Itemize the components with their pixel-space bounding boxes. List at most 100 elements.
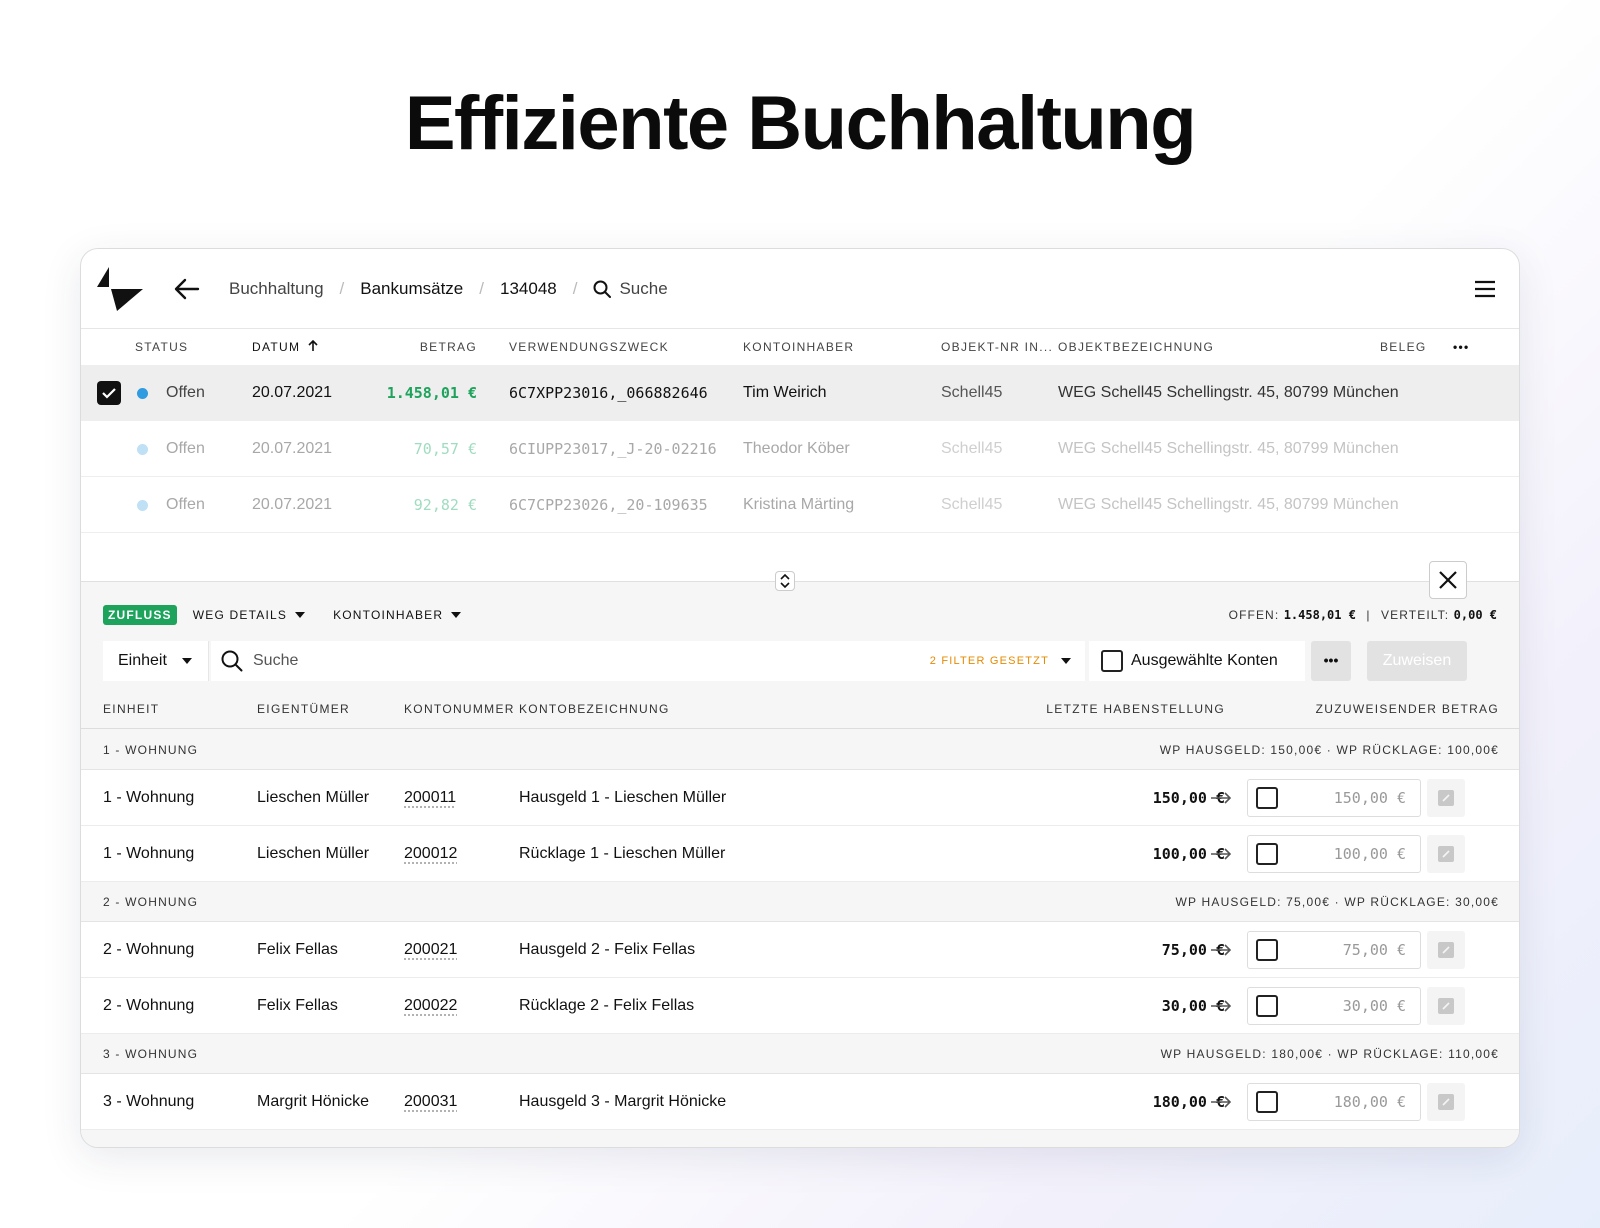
- kontoinhaber-dropdown[interactable]: KONTOINHABER: [333, 608, 462, 622]
- col-zuzuweisender-betrag[interactable]: ZUZUWEISENDER BETRAG: [1316, 689, 1499, 729]
- assign-checkbox[interactable]: [1256, 995, 1278, 1017]
- note-button[interactable]: [1427, 835, 1465, 873]
- transaction-row[interactable]: Offen 20.07.2021 92,82 € 6C7CPP23026,_20…: [81, 477, 1519, 533]
- object-nr-cell: Schell45: [941, 496, 1003, 513]
- panel-resize-handle[interactable]: [775, 571, 795, 591]
- col-kontoinhaber[interactable]: KONTOINHABER: [743, 329, 854, 365]
- col-kontobezeichnung[interactable]: KONTOBEZEICHNUNG: [519, 689, 670, 729]
- note-button[interactable]: [1427, 987, 1465, 1025]
- assign-checkbox[interactable]: [1256, 1091, 1278, 1113]
- breadcrumb-search[interactable]: Suche: [593, 279, 668, 299]
- assign-checkbox[interactable]: [1256, 843, 1278, 865]
- unit-cell: 2 - Wohnung: [103, 941, 195, 958]
- object-nr-cell: Schell45: [941, 384, 1003, 401]
- object-nr-cell: Schell45: [941, 440, 1003, 457]
- account-row: 2 - Wohnung Felix Fellas 200022 Rücklage…: [81, 978, 1519, 1034]
- account-search[interactable]: 2 FILTER GESETZT: [211, 641, 1085, 681]
- account-number-link[interactable]: 200011: [404, 770, 456, 826]
- assign-amount-field[interactable]: 75,00 €: [1247, 931, 1421, 969]
- owner-cell: Felix Fellas: [257, 941, 338, 958]
- breadcrumb: Buchhaltung / Bankumsätze / 134048 / Suc…: [229, 249, 668, 329]
- close-panel-button[interactable]: [1429, 561, 1467, 599]
- note-button[interactable]: [1427, 779, 1465, 817]
- arrow-right-icon: [1211, 848, 1232, 860]
- arrow-right-icon: [1211, 792, 1232, 804]
- transaction-row[interactable]: Offen 20.07.2021 70,57 € 6CIUPP23017,_J-…: [81, 421, 1519, 477]
- unit-group-header: 2 - WOHNUNG WP HAUSGELD: 75,00€ · WP RÜC…: [81, 882, 1519, 922]
- account-number-link[interactable]: 200031: [404, 1074, 457, 1130]
- assign-amount-field[interactable]: 180,00 €: [1247, 1083, 1421, 1121]
- col-eigentuemer[interactable]: EIGENTÜMER: [257, 689, 350, 729]
- col-betrag[interactable]: BETRAG: [420, 329, 477, 365]
- arrow-right-icon: [1211, 944, 1232, 956]
- assign-amount-field[interactable]: 30,00 €: [1247, 987, 1421, 1025]
- owner-cell: Felix Fellas: [257, 997, 338, 1014]
- selected-accounts-checkbox[interactable]: [1101, 650, 1123, 672]
- col-verwendungszweck[interactable]: VERWENDUNGSZWECK: [509, 329, 669, 365]
- account-search-input[interactable]: [253, 641, 893, 681]
- account-name-cell: Hausgeld 3 - Margrit Hönicke: [519, 1093, 727, 1110]
- assign-checkbox[interactable]: [1256, 939, 1278, 961]
- account-number-link[interactable]: 200022: [404, 978, 457, 1034]
- weg-details-label: WEG DETAILS: [192, 608, 288, 622]
- transaction-row[interactable]: Offen 20.07.2021 1.458,01 € 6C7XPP23016,…: [81, 365, 1519, 421]
- col-objekt-nr[interactable]: OBJEKT-NR IN...: [941, 329, 1053, 365]
- caret-down-icon: [1061, 658, 1071, 664]
- unit-select[interactable]: Einheit: [103, 641, 209, 681]
- account-row: 2 - Wohnung Felix Fellas 200021 Hausgeld…: [81, 922, 1519, 978]
- col-beleg[interactable]: BELEG: [1380, 329, 1427, 365]
- col-datum-label: DATUM: [252, 340, 301, 354]
- arrow-right-icon: [1211, 1096, 1232, 1108]
- close-icon: [1439, 571, 1457, 589]
- account-number-link[interactable]: 200021: [404, 922, 457, 978]
- back-arrow-icon[interactable]: [173, 275, 201, 303]
- chevron-up-down-icon: [780, 573, 790, 589]
- caret-down-icon: [182, 658, 192, 664]
- breadcrumb-item-buchhaltung[interactable]: Buchhaltung: [229, 279, 324, 299]
- col-einheit[interactable]: EINHEIT: [103, 689, 159, 729]
- breadcrumb-separator: /: [479, 279, 484, 298]
- unit-group-info: WP HAUSGELD: 150,00€ · WP RÜCKLAGE: 100,…: [1159, 743, 1499, 757]
- note-edit-icon: [1438, 1094, 1454, 1110]
- page-headline: Effiziente Buchhaltung: [404, 81, 1197, 166]
- assign-amount-value: 100,00 €: [1333, 845, 1406, 863]
- account-name-cell: Hausgeld 1 - Lieschen Müller: [519, 789, 727, 806]
- status-dot: [137, 388, 148, 399]
- col-letzte-habenstellung[interactable]: LETZTE HABENSTELLUNG: [1046, 689, 1225, 729]
- filter-bar: Einheit 2 FILTER GESETZT Ausgewählte Kon…: [103, 641, 1497, 681]
- filter-count-label: 2 FILTER GESETZT: [929, 655, 1049, 667]
- status-text: Offen: [166, 496, 205, 513]
- row-checkbox-checked[interactable]: [97, 381, 121, 405]
- app-window: Buchhaltung / Bankumsätze / 134048 / Suc…: [80, 248, 1520, 1148]
- breadcrumb-item-id[interactable]: 134048: [500, 279, 557, 299]
- breadcrumb-item-bankumsaetze[interactable]: Bankumsätze: [360, 279, 463, 299]
- purpose-cell: 6C7CPP23026,_20-109635: [509, 496, 708, 514]
- note-button[interactable]: [1427, 1083, 1465, 1121]
- assign-amount-value: 30,00 €: [1342, 997, 1406, 1015]
- assign-amount-field[interactable]: 150,00 €: [1247, 779, 1421, 817]
- status-dot: [137, 500, 148, 511]
- selected-accounts-toggle[interactable]: Ausgewählte Konten: [1089, 641, 1305, 681]
- col-datum[interactable]: DATUM: [252, 329, 318, 365]
- filter-count-dropdown[interactable]: 2 FILTER GESETZT: [930, 641, 1071, 681]
- unit-select-value: Einheit: [118, 652, 167, 669]
- assign-checkbox[interactable]: [1256, 787, 1278, 809]
- column-options-icon[interactable]: •••: [1453, 329, 1470, 365]
- col-objektbezeichnung[interactable]: OBJEKTBEZEICHNUNG: [1058, 329, 1214, 365]
- summary-divider: |: [1366, 608, 1371, 622]
- open-value: 1.458,01 €: [1283, 608, 1356, 622]
- sort-ascending-icon: [308, 339, 318, 351]
- note-button[interactable]: [1427, 931, 1465, 969]
- col-status[interactable]: STATUS: [135, 329, 188, 365]
- assign-amount-field[interactable]: 100,00 €: [1247, 835, 1421, 873]
- holder-cell: Kristina Märting: [743, 496, 855, 513]
- hamburger-menu-icon[interactable]: [1473, 277, 1497, 301]
- brand-logo-icon[interactable]: [97, 265, 145, 313]
- unit-cell: 1 - Wohnung: [103, 789, 195, 806]
- col-kontonummer[interactable]: KONTONUMMER: [404, 689, 515, 729]
- assign-button[interactable]: Zuweisen: [1367, 641, 1467, 681]
- more-options-button[interactable]: •••: [1311, 641, 1351, 681]
- weg-details-dropdown[interactable]: WEG DETAILS: [192, 608, 306, 622]
- checkmark-icon: [102, 388, 116, 399]
- account-number-link[interactable]: 200012: [404, 826, 457, 882]
